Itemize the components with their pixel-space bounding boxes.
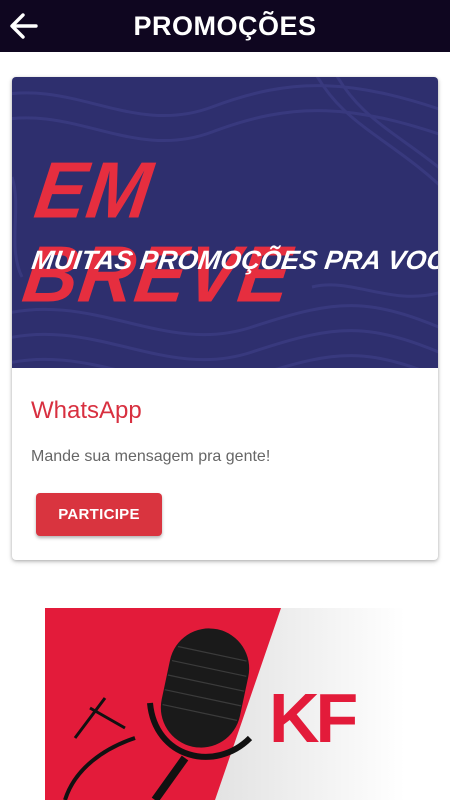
participate-button[interactable]: PARTICIPE (36, 493, 162, 536)
page-title: PROMOÇÕES (133, 10, 317, 41)
promo-title: WhatsApp (31, 397, 142, 424)
app-header: PROMOÇÕES (0, 0, 450, 52)
banner-subheadline: MUITAS PROMOÇÕES PRA VOCÊ (29, 245, 438, 275)
promo-banner[interactable]: EM BREVE MUITAS PROMOÇÕES PRA VOCÊ (12, 77, 438, 368)
back-button[interactable] (8, 10, 40, 42)
promo-description: Mande sua mensagem pra gente! (31, 448, 271, 465)
banner-headline: EM BREVE (17, 145, 298, 320)
promo-card: EM BREVE MUITAS PROMOÇÕES PRA VOCÊ Whats… (12, 77, 438, 560)
kf-logo: KF (269, 679, 357, 757)
second-promo-image[interactable]: KF (45, 608, 405, 800)
arrow-left-icon (10, 13, 38, 39)
